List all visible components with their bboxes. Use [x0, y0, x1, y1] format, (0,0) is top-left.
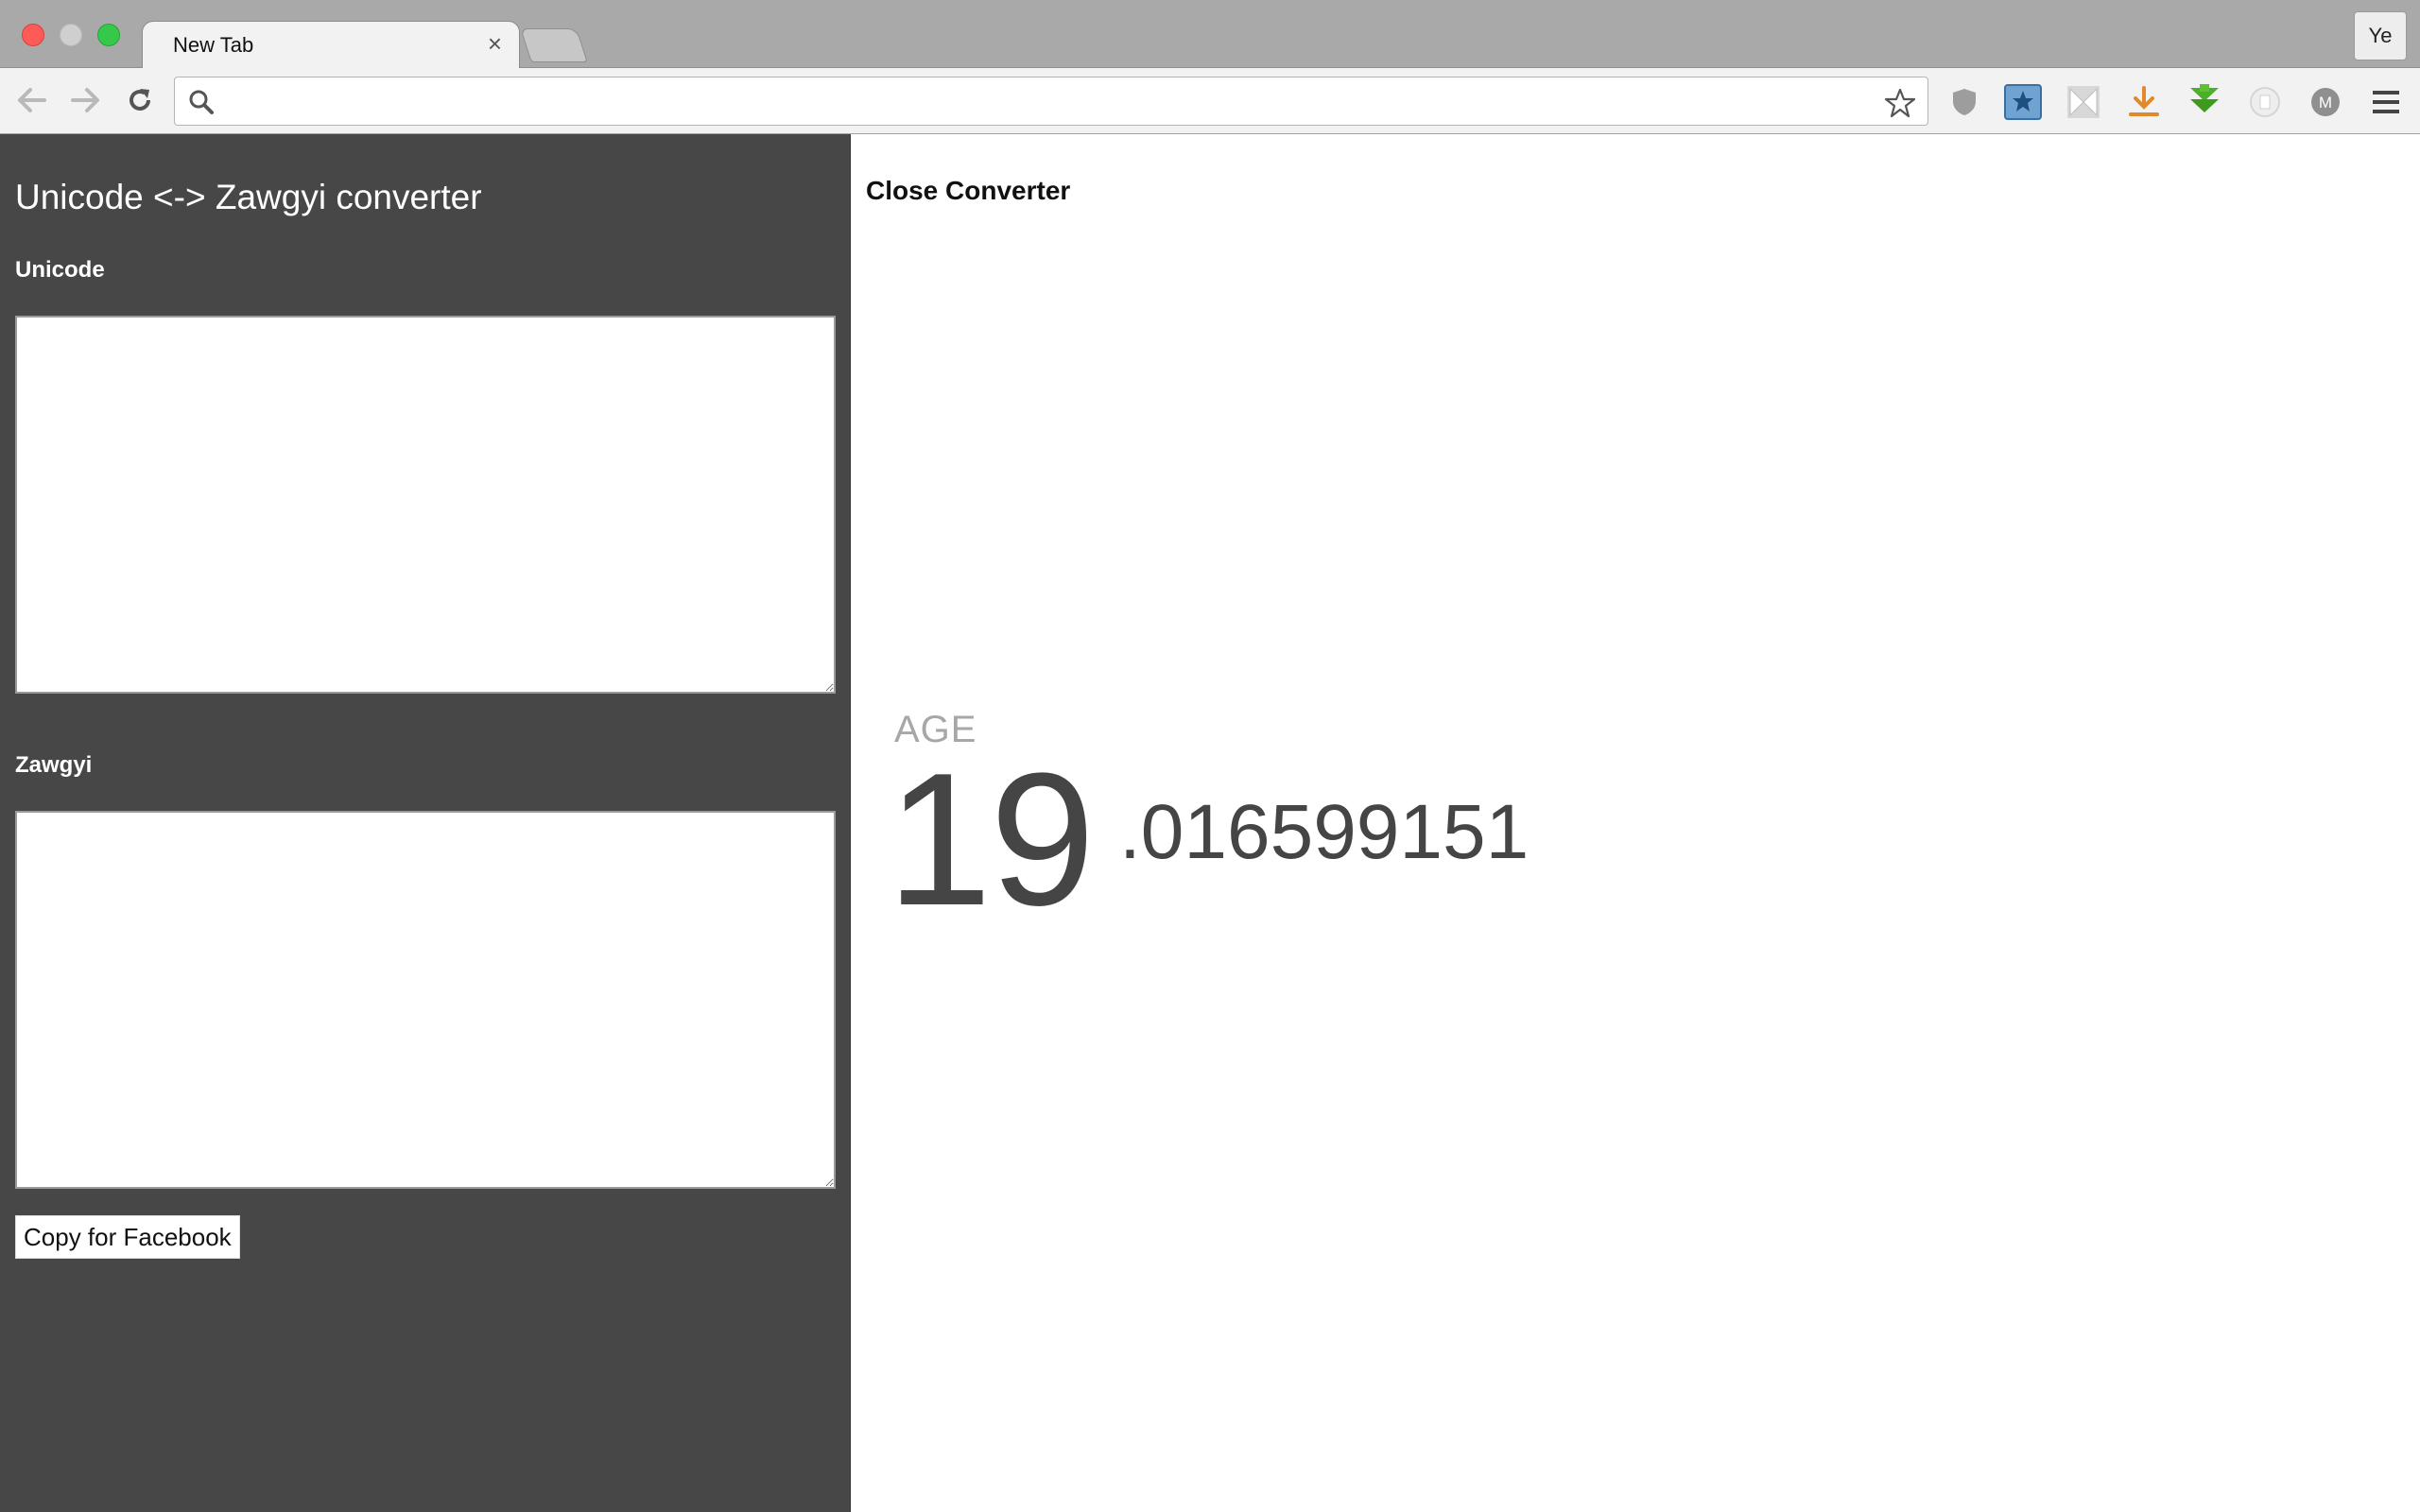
- bowtie-extension[interactable]: [2065, 83, 2102, 121]
- forward-arrow-icon: [71, 88, 99, 112]
- back-button[interactable]: [13, 81, 51, 119]
- unicode-textarea[interactable]: [15, 316, 836, 694]
- download-extension[interactable]: [2125, 83, 2163, 121]
- minimize-window-button[interactable]: [60, 24, 82, 46]
- search-icon: [189, 90, 214, 114]
- chrome-menu-button[interactable]: [2367, 83, 2405, 121]
- ghost-extension[interactable]: [2246, 83, 2284, 121]
- tab-close-icon[interactable]: ×: [488, 31, 502, 56]
- close-converter-link[interactable]: Close Converter: [866, 176, 1070, 206]
- profile-button[interactable]: Ye: [2354, 11, 2407, 60]
- green-download-extension[interactable]: [2186, 83, 2223, 121]
- age-value: 19 .016599151: [887, 746, 1529, 935]
- m-avatar-icon: M: [2311, 88, 2340, 116]
- tab-title: New Tab: [173, 33, 254, 57]
- reload-icon: [130, 89, 150, 111]
- bowtie-icon: [2067, 86, 2100, 118]
- bookmark-star-icon: [2004, 84, 2042, 120]
- converter-panel: Unicode <-> Zawgyi converter Unicode Zaw…: [0, 134, 851, 1512]
- download-arrow-icon: [2129, 86, 2159, 116]
- converter-title: Unicode <-> Zawgyi converter: [15, 178, 482, 216]
- address-input[interactable]: [228, 83, 1854, 119]
- green-arrows-icon: [2190, 84, 2219, 112]
- unicode-label: Unicode: [15, 257, 105, 283]
- maximize-window-button[interactable]: [97, 24, 120, 46]
- browser-tab[interactable]: New Tab ×: [142, 21, 520, 70]
- close-window-button[interactable]: [22, 24, 44, 46]
- copy-for-facebook-button[interactable]: Copy for Facebook: [15, 1215, 240, 1259]
- shield-icon: [1953, 89, 1976, 115]
- shield-extension[interactable]: [1945, 83, 1983, 121]
- forward-button[interactable]: [66, 81, 104, 119]
- page-content: Unicode <-> Zawgyi converter Unicode Zaw…: [0, 134, 2420, 1512]
- zawgyi-label: Zawgyi: [15, 752, 93, 778]
- address-bar[interactable]: [174, 77, 1928, 126]
- back-arrow-icon: [18, 88, 46, 112]
- age-integer: 19: [887, 734, 1095, 945]
- zawgyi-textarea[interactable]: [15, 811, 836, 1189]
- bookmark-star-outline-icon[interactable]: [1884, 87, 1916, 119]
- browser-toolbar: M: [0, 68, 2420, 134]
- reload-button[interactable]: [121, 81, 159, 119]
- m-extension[interactable]: M: [2307, 83, 2344, 121]
- new-tab-button[interactable]: [520, 28, 588, 62]
- age-fraction: .016599151: [1119, 789, 1530, 875]
- hamburger-menu-icon: [2373, 91, 2399, 113]
- svg-text:M: M: [2319, 94, 2332, 112]
- ghost-icon: [2250, 87, 2280, 117]
- browser-titlebar: New Tab × Ye: [0, 0, 2420, 70]
- age-widget: AGE 19 .016599151: [887, 709, 1529, 935]
- bookmark-manager-extension[interactable]: [2004, 83, 2042, 121]
